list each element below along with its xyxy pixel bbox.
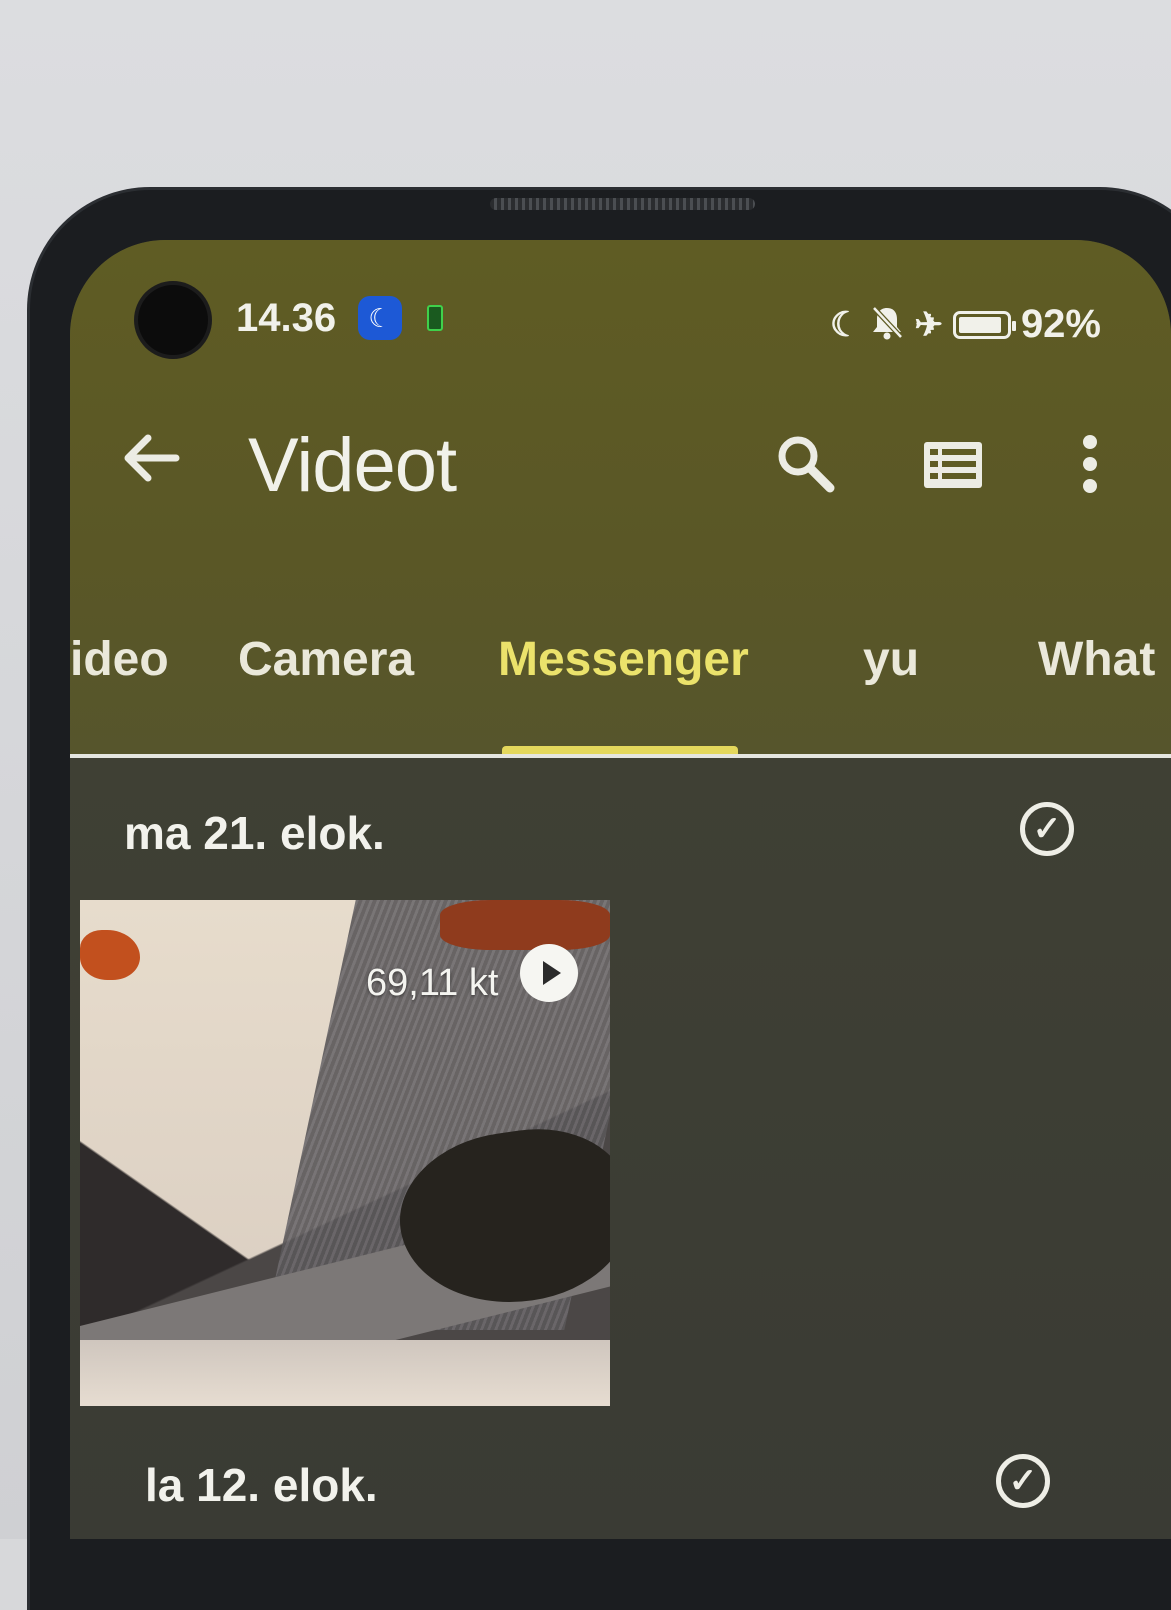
app-top-bar: 14.36 ☾ ☾ ✈ 92% Videot ideo Camera Messe… [70,240,1171,758]
play-icon[interactable] [520,944,578,1002]
back-arrow-icon[interactable] [120,430,180,494]
list-view-icon[interactable] [922,440,984,494]
moon-icon: ☾ [829,305,861,344]
status-icons: ☾ ✈ 92% [830,302,1101,347]
battery-icon [952,310,1016,339]
video-file-size: 69,11 kt [366,962,499,1004]
search-icon[interactable] [774,432,836,498]
earpiece-speaker [490,198,755,210]
video-thumbnail[interactable]: 69,11 kt [80,900,610,1406]
section-date: la 12. elok. [145,1459,378,1511]
select-all-check-icon[interactable]: ✓ [1020,802,1074,856]
tab-ideo[interactable]: ideo [70,632,169,687]
select-all-check-icon[interactable]: ✓ [996,1454,1050,1508]
video-list: ma 21. elok. ✓ 69,11 kt la 12. elok. ✓ [70,758,1171,1539]
page-title: Videot [248,423,457,508]
bell-off-icon [870,304,904,346]
status-time: 14.36 [236,296,337,340]
battery-percent: 92% [1020,302,1101,346]
airplane-icon: ✈ [914,305,943,344]
tab-camera[interactable]: Camera [238,632,414,687]
tab-whats[interactable]: What [1038,632,1155,687]
phone-screen: 14.36 ☾ ☾ ✈ 92% Videot ideo Camera Messe… [70,240,1171,1539]
active-tab-indicator [502,746,738,754]
more-vert-icon[interactable] [1075,432,1105,500]
section-date: ma 21. elok. [124,807,385,859]
front-camera [138,285,208,355]
tab-yu[interactable]: yu [863,632,919,687]
battery-saver-icon [427,305,443,331]
dnd-moon-app-icon: ☾ [358,296,402,340]
category-tabs: ideo Camera Messenger yu What [70,632,1171,692]
tab-messenger[interactable]: Messenger [498,632,749,687]
